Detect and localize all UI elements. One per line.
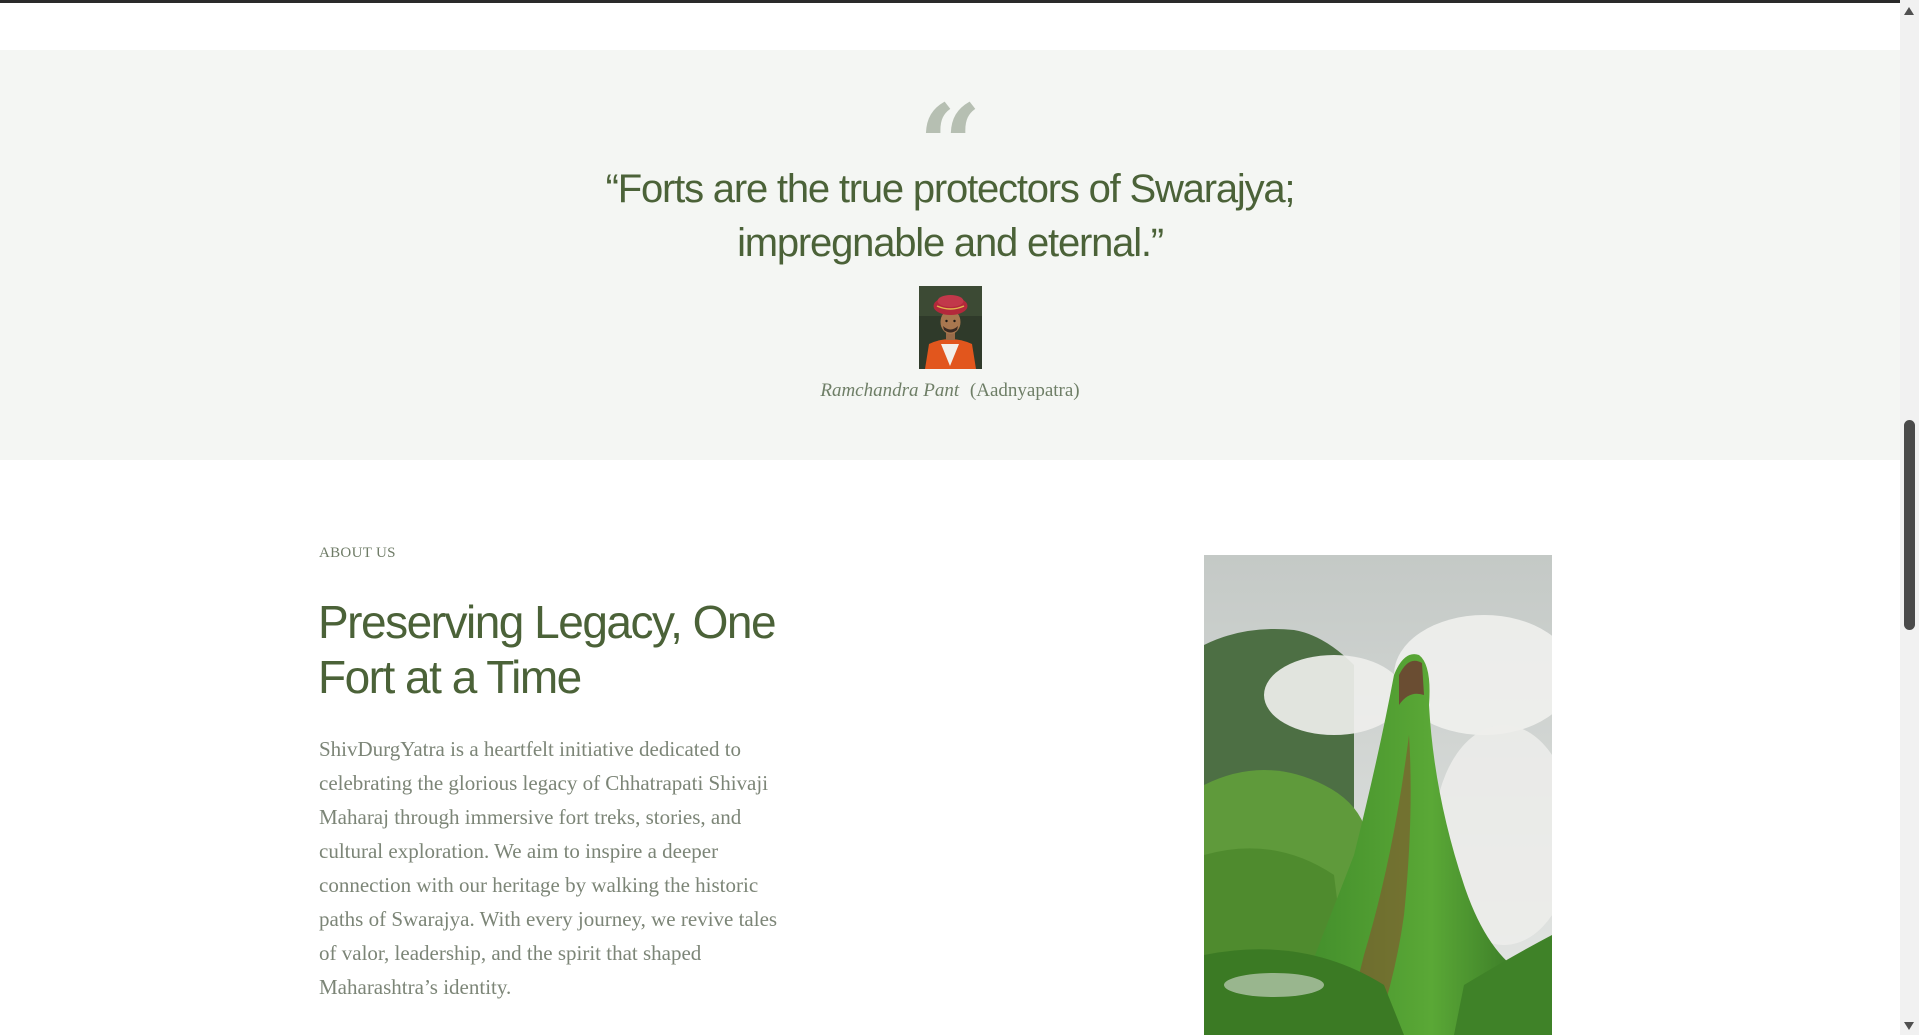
- about-description: ShivDurgYatra is a heartfelt initiative …: [319, 737, 778, 999]
- quote-source: (Aadnyapatra): [969, 380, 1080, 401]
- author-portrait: [919, 286, 982, 369]
- scroll-up-arrow-icon[interactable]: [1904, 7, 1914, 15]
- quote-text: “Forts are the true protectors of Swaraj…: [605, 167, 1296, 265]
- quote-author: Ramchandra Pant: [820, 380, 960, 401]
- about-eyebrow: ABOUT US: [319, 545, 396, 561]
- scroll-down-arrow-icon[interactable]: [1904, 1022, 1914, 1030]
- quote-section: “ “Forts are the true protectors of Swar…: [0, 50, 1900, 460]
- vertical-scrollbar[interactable]: [1900, 0, 1919, 1035]
- scroll-thumb[interactable]: [1904, 420, 1915, 630]
- top-border: [0, 0, 1900, 3]
- fort-landscape-image: [1204, 555, 1552, 1035]
- about-title: Preserving Legacy, One Fort at a Time: [318, 596, 777, 703]
- quote-attribution: Ramchandra Pant (Aadnyapatra): [0, 380, 1900, 402]
